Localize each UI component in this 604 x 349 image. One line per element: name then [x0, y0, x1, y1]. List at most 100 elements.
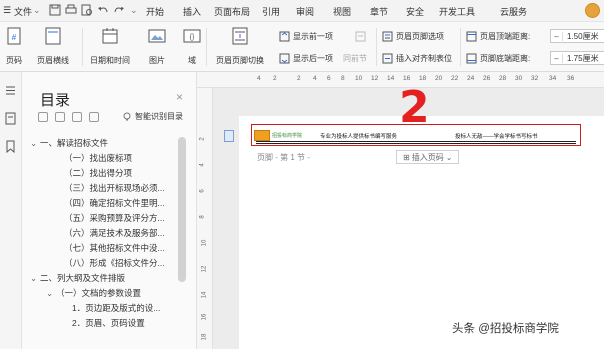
toc-item[interactable]: ⌄ 二、列大纲及文件排版	[30, 272, 125, 285]
toc-panel: 目录 × 智能识别目录 ⌄ 一、解读招标文件 （一）找出废标项 （二）找出得分项 …	[22, 72, 197, 349]
tab-view[interactable]: 视图	[333, 5, 351, 18]
chevron-down-icon[interactable]: ⌄	[30, 272, 40, 285]
ruler-number: 20	[435, 75, 443, 82]
print-preview-icon[interactable]	[81, 4, 93, 16]
align-tab-icon	[382, 53, 393, 64]
chapter-nav-icon[interactable]	[4, 112, 17, 125]
ribbon-divider	[82, 28, 83, 66]
tab-insert[interactable]: 插入	[183, 5, 201, 18]
header-footer-options-button[interactable]: 页眉页脚选项	[382, 29, 444, 43]
ribbon-divider	[460, 28, 461, 66]
switch-icon	[230, 27, 250, 45]
tab-home[interactable]: 开始	[146, 5, 164, 18]
ruler-number: 2	[297, 75, 301, 82]
tab-cloud-service[interactable]: 云服务	[500, 5, 527, 18]
menu-file[interactable]: 文件	[14, 5, 32, 18]
ruler-number: 30	[515, 75, 523, 82]
print-icon[interactable]	[65, 4, 77, 16]
ruler-number: 12	[201, 265, 208, 273]
toc-item[interactable]: （三）找出开标现场必须...	[64, 182, 165, 195]
ribbon-divider	[376, 28, 377, 66]
ruler-number: 16	[403, 75, 411, 82]
bookmark-icon[interactable]	[4, 140, 17, 153]
ruler-number: 4	[257, 75, 261, 82]
decrease-button[interactable]: –	[551, 53, 563, 63]
ruler-number: 4	[199, 163, 206, 167]
redo-icon[interactable]	[113, 4, 125, 16]
tab-security[interactable]: 安全	[406, 5, 424, 18]
collapse-all-icon[interactable]	[38, 112, 48, 122]
chevron-down-icon[interactable]: ⌄	[30, 137, 40, 150]
tab-references[interactable]: 引用	[262, 5, 280, 18]
toc-item[interactable]: （七）其他招标文件中没...	[64, 242, 165, 255]
chevron-down-icon[interactable]: ⌄	[46, 287, 56, 300]
date-time-button[interactable]: 日期和时间	[86, 22, 134, 72]
undo-icon[interactable]	[97, 4, 109, 16]
page-number-button[interactable]: # 页码	[0, 22, 28, 72]
logo	[254, 130, 270, 141]
smart-detect-toc-button[interactable]: 智能识别目录	[122, 111, 183, 122]
show-next-button[interactable]: 显示后一项	[279, 51, 333, 65]
picture-icon	[147, 27, 167, 45]
save-icon[interactable]	[49, 4, 61, 16]
same-as-previous-button[interactable]: 同前节	[343, 51, 367, 65]
logo-text: 招投标商学院	[272, 133, 303, 139]
ruler-number: 36	[567, 75, 575, 82]
footer-section-label: 页脚 - 第 1 节 -	[257, 153, 310, 162]
toc-item[interactable]: ⌄ 一、解读招标文件	[30, 137, 108, 150]
document-canvas[interactable]: 招投标商学院 专业为投标人提供标书编写服务 投标人无敌——学会学标书写标书 2 …	[213, 86, 604, 349]
header-right-text: 投标人无敌——学会学标书写标书	[455, 133, 538, 140]
ruler-number: 26	[483, 75, 491, 82]
vertical-ruler[interactable]: 2 4 6 8 10 12 14 16 18	[197, 88, 213, 349]
picture-button[interactable]: 图片	[137, 22, 177, 72]
toc-item[interactable]: （一）找出废标项	[64, 152, 132, 165]
ruler-number: 8	[341, 75, 345, 82]
decrease-button[interactable]: –	[551, 31, 563, 41]
ruler-number: 14	[387, 75, 395, 82]
ruler-number: 32	[531, 75, 539, 82]
hamburger-icon[interactable]: ☰	[3, 5, 11, 16]
toc-item[interactable]: （五）采购预算及评分方...	[64, 212, 165, 225]
field-icon: {}	[182, 27, 202, 45]
show-previous-icon	[279, 31, 290, 42]
toc-item[interactable]: 2．页眉、页码设置	[72, 317, 145, 330]
toc-item[interactable]: （四）确定招标文件里明...	[64, 197, 165, 210]
chevron-down-icon[interactable]: ⌄	[33, 5, 41, 16]
toc-item[interactable]: （二）找出得分项	[64, 167, 132, 180]
header-footer-switch-button[interactable]: 页眉页脚切换	[210, 22, 270, 72]
tab-page-layout[interactable]: 页面布局	[214, 5, 250, 18]
add-heading-icon[interactable]	[72, 112, 82, 122]
page-number-icon: #	[4, 27, 24, 45]
close-icon[interactable]: ×	[176, 90, 183, 104]
avatar[interactable]	[585, 3, 600, 18]
tab-chapter[interactable]: 章节	[370, 5, 388, 18]
remove-heading-icon[interactable]	[89, 112, 99, 122]
quick-access-dropdown-icon[interactable]: ⌄	[130, 5, 138, 16]
same-as-previous-icon	[355, 29, 366, 43]
insert-page-number-icon: ⊞	[403, 152, 410, 162]
watermark: 头条 @招投标商学院	[452, 323, 559, 335]
tab-review[interactable]: 审阅	[296, 5, 314, 18]
toc-item[interactable]: 1．页边距及版式的设...	[72, 302, 160, 315]
header-top-distance-label: 页眉顶端距离:	[466, 29, 530, 43]
ruler-number: 2	[273, 75, 277, 82]
toc-item[interactable]: （八）形成《招标文件分...	[64, 257, 165, 270]
insert-align-tab-button[interactable]: 插入对齐制表位	[382, 51, 452, 65]
field-button[interactable]: {} 域	[181, 22, 203, 72]
toc-item[interactable]: ⌄ （一）文档的参数设置	[46, 287, 141, 300]
ribbon-divider	[206, 28, 207, 66]
chevron-down-icon: ⌄	[445, 152, 453, 162]
header-line-button[interactable]: 页眉横线	[30, 22, 76, 72]
footer-bottom-distance-stepper[interactable]: – 1.75厘米	[550, 51, 604, 65]
show-previous-button[interactable]: 显示前一项	[279, 29, 333, 43]
tab-developer[interactable]: 开发工具	[439, 5, 475, 18]
toc-item[interactable]: （六）满足技术及服务部...	[64, 227, 165, 240]
insert-page-number-button[interactable]: ⊞ 插入页码 ⌄	[396, 150, 460, 164]
toc-scrollbar[interactable]	[178, 137, 186, 282]
ruler-number: 14	[201, 291, 208, 299]
expand-icon[interactable]	[55, 112, 65, 122]
toc-toggle-icon[interactable]	[4, 84, 17, 97]
header-rule	[256, 141, 576, 142]
header-top-distance-stepper[interactable]: – 1.50厘米	[550, 29, 604, 43]
header-distance-icon	[466, 31, 477, 42]
